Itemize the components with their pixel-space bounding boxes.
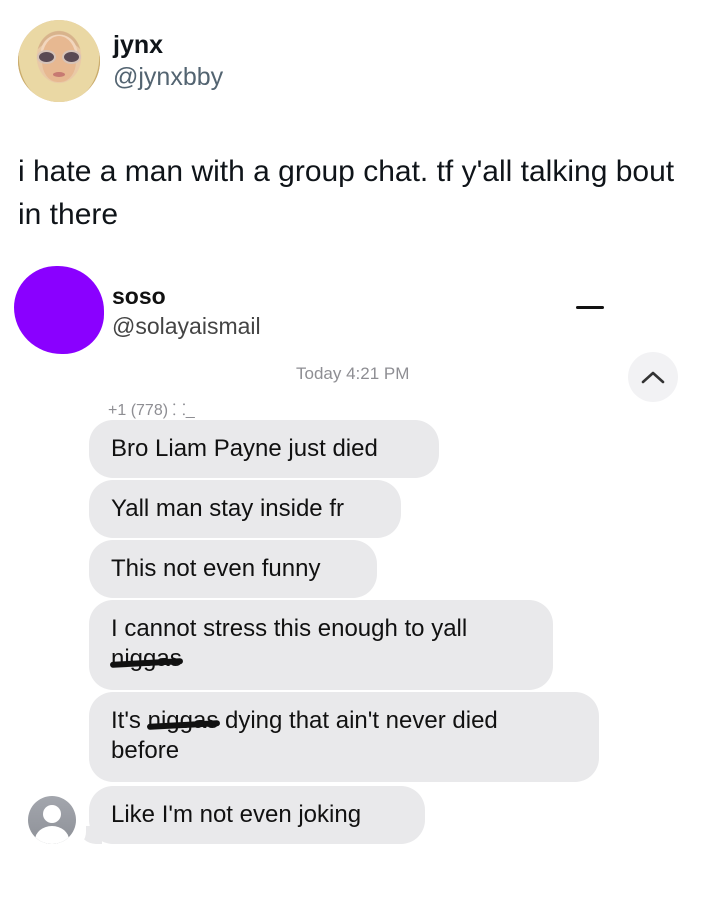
redacted-word: niggas <box>111 645 182 672</box>
message-bubble[interactable]: Yall man stay inside fr <box>89 480 401 538</box>
redacted-word: niggas <box>147 707 219 734</box>
message-text: It's <box>111 707 148 734</box>
message-timestamp: Today 4:21 PM <box>296 364 410 383</box>
author-name[interactable]: jynx <box>113 31 163 60</box>
message-bubble[interactable]: Like I'm not even joking <box>89 786 425 844</box>
message-text: dying that ain't never died <box>218 707 498 734</box>
author-handle[interactable]: @jynxbby <box>113 63 223 92</box>
message-text: Bro Liam Payne just died <box>111 435 378 462</box>
message-bubble[interactable]: I cannot stress this enough to yall nigg… <box>89 600 553 690</box>
message-text: before <box>111 737 180 764</box>
chevron-up-icon <box>641 371 665 384</box>
quoted-author-name[interactable]: soso <box>112 283 166 310</box>
message-bubble[interactable]: Bro Liam Payne just died <box>89 420 439 478</box>
tweet-text: i hate a man with a group chat. tf y'all… <box>18 155 675 231</box>
message-bubble[interactable]: This not even funny <box>89 540 377 598</box>
message-bubble[interactable]: It's niggas dying that ain't never died … <box>89 692 599 782</box>
sender-number: +1 (778) ⸬ ̲ <box>108 402 191 419</box>
message-text: Like I'm not even joking <box>111 801 362 828</box>
quoted-author-avatar[interactable] <box>14 266 104 354</box>
message-text: I cannot stress this enough to yall <box>111 615 468 642</box>
author-avatar[interactable] <box>18 20 100 102</box>
quoted-author-handle[interactable]: @solayaismail <box>112 313 261 340</box>
message-text: Yall man stay inside fr <box>111 495 344 522</box>
dash-mark <box>576 306 604 309</box>
scroll-up-button[interactable] <box>628 352 678 402</box>
message-text: This not even funny <box>111 555 321 582</box>
person-icon[interactable] <box>28 796 76 844</box>
